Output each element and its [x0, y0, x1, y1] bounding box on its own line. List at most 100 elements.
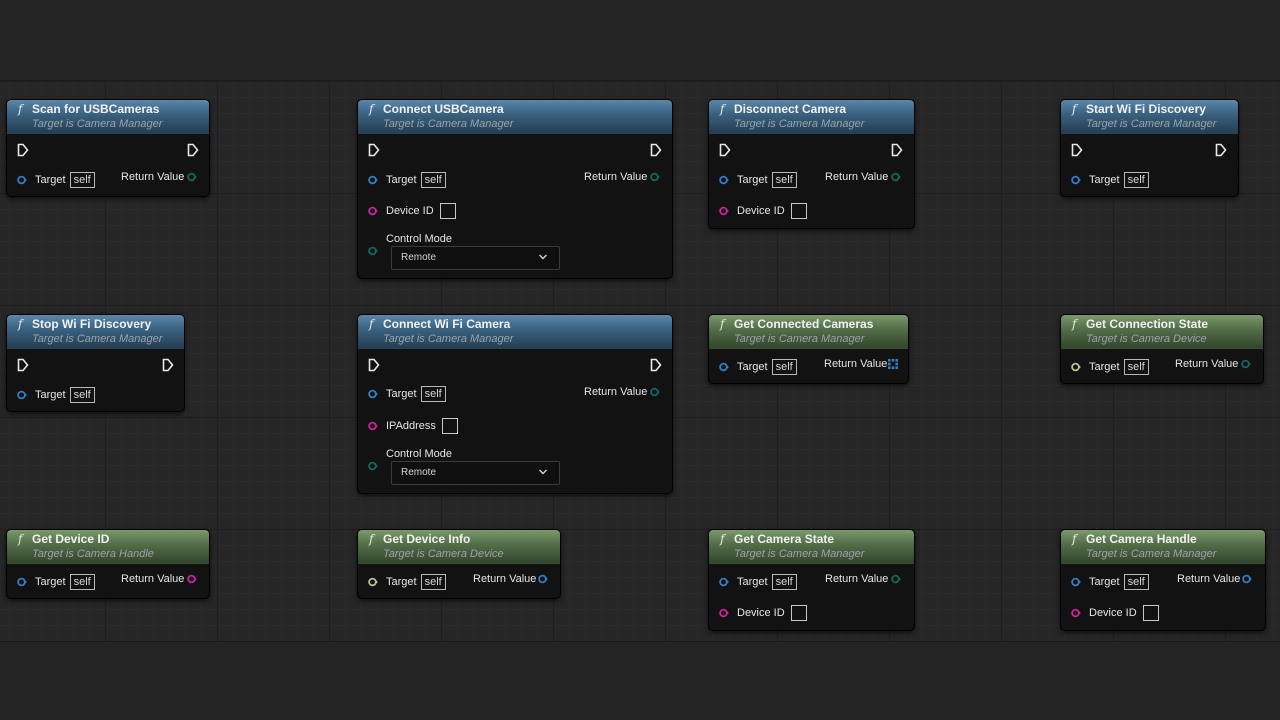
self-box[interactable]: self	[1123, 359, 1149, 375]
node-header[interactable]: f Start Wi Fi Discovery Target is Camera…	[1061, 100, 1238, 134]
array-pin-icon[interactable]	[888, 359, 898, 369]
struct-pin-icon[interactable]	[368, 577, 378, 587]
node-title: Connect Wi Fi Camera	[383, 317, 511, 331]
return-value-label: Return Value	[584, 171, 648, 183]
enum-pin-icon[interactable]	[650, 387, 660, 397]
exec-in-pin-icon[interactable]	[719, 143, 731, 157]
object-pin-icon[interactable]	[17, 175, 27, 185]
exec-out-pin-icon[interactable]	[891, 143, 903, 157]
object-pin-icon[interactable]	[17, 577, 27, 587]
object-pin-icon[interactable]	[538, 574, 548, 584]
self-box[interactable]: self	[420, 386, 446, 402]
node-header[interactable]: f Get Camera Handle Target is Camera Man…	[1061, 530, 1265, 564]
object-pin-icon[interactable]	[1242, 574, 1252, 584]
exec-in-pin-icon[interactable]	[17, 358, 29, 372]
dropdown-value: Remote	[401, 252, 437, 263]
node-disconnect-camera[interactable]: f Disconnect Camera Target is Camera Man…	[708, 99, 915, 229]
self-box[interactable]: self	[771, 359, 797, 375]
node-get-device-info[interactable]: f Get Device Info Target is Camera Devic…	[357, 529, 561, 599]
object-pin-icon[interactable]	[17, 390, 27, 400]
pin-label: Device ID	[1089, 607, 1137, 619]
self-box[interactable]: self	[771, 574, 797, 590]
device-id-pin: Device ID	[386, 203, 456, 219]
object-pin-icon[interactable]	[719, 577, 729, 587]
exec-in-pin-icon[interactable]	[1071, 143, 1083, 157]
device-id-input[interactable]	[790, 605, 807, 621]
node-header[interactable]: f Disconnect Camera Target is Camera Man…	[709, 100, 914, 134]
object-pin-icon[interactable]	[368, 175, 378, 185]
exec-out-pin-icon[interactable]	[1215, 143, 1227, 157]
enum-pin-icon[interactable]	[368, 461, 378, 471]
enum-pin-icon[interactable]	[891, 172, 901, 182]
node-start-wifi-discovery[interactable]: f Start Wi Fi Discovery Target is Camera…	[1060, 99, 1239, 197]
self-box[interactable]: self	[771, 172, 797, 188]
self-box[interactable]: self	[420, 574, 446, 590]
string-pin-icon[interactable]	[187, 574, 197, 584]
object-pin-icon[interactable]	[719, 362, 729, 372]
node-header[interactable]: f Get Connection State Target is Camera …	[1061, 315, 1263, 349]
node-header[interactable]: f Scan for USBCameras Target is Camera M…	[7, 100, 209, 134]
device-id-input[interactable]	[790, 203, 807, 219]
node-get-camera-state[interactable]: f Get Camera State Target is Camera Mana…	[708, 529, 915, 631]
enum-pin-icon[interactable]	[368, 246, 378, 256]
node-stop-wifi-discovery[interactable]: f Stop Wi Fi Discovery Target is Camera …	[6, 314, 185, 412]
device-id-input[interactable]	[439, 203, 456, 219]
self-box[interactable]: self	[69, 387, 95, 403]
exec-in-pin-icon[interactable]	[368, 358, 380, 372]
node-subtitle: Target is Camera Manager	[1086, 118, 1217, 130]
pin-label: Target	[386, 576, 417, 588]
node-header[interactable]: f Get Device ID Target is Camera Handle	[7, 530, 209, 564]
object-pin-icon[interactable]	[368, 389, 378, 399]
node-get-connection-state[interactable]: f Get Connection State Target is Camera …	[1060, 314, 1264, 384]
exec-in-pin-icon[interactable]	[17, 143, 29, 157]
node-subtitle: Target is Camera Manager	[734, 118, 865, 130]
exec-out-pin-icon[interactable]	[650, 143, 662, 157]
node-get-device-id[interactable]: f Get Device ID Target is Camera Handle …	[6, 529, 210, 599]
exec-out-pin-icon[interactable]	[187, 143, 199, 157]
control-mode-dropdown[interactable]: Remote	[391, 461, 560, 485]
function-icon: f	[1072, 532, 1077, 546]
pin-label: Target	[737, 174, 768, 186]
node-header[interactable]: f Get Device Info Target is Camera Devic…	[358, 530, 560, 564]
target-pin: Target self	[1089, 172, 1149, 188]
node-header[interactable]: f Get Camera State Target is Camera Mana…	[709, 530, 914, 564]
string-pin-icon[interactable]	[368, 421, 378, 431]
control-mode-label: Control Mode	[386, 448, 453, 460]
exec-out-pin-icon[interactable]	[650, 358, 662, 372]
self-box[interactable]: self	[69, 574, 95, 590]
control-mode-dropdown[interactable]: Remote	[391, 246, 560, 270]
exec-in-pin-icon[interactable]	[368, 143, 380, 157]
object-pin-icon[interactable]	[1071, 577, 1081, 587]
return-value-label: Return Value	[584, 386, 648, 398]
string-pin-icon[interactable]	[368, 206, 378, 216]
node-get-camera-handle[interactable]: f Get Camera Handle Target is Camera Man…	[1060, 529, 1266, 631]
ip-address-input[interactable]	[441, 418, 458, 434]
object-pin-icon[interactable]	[719, 175, 729, 185]
device-id-input[interactable]	[1142, 605, 1159, 621]
string-pin-icon[interactable]	[1071, 608, 1081, 618]
enum-pin-icon[interactable]	[1241, 359, 1251, 369]
self-box[interactable]: self	[69, 172, 95, 188]
struct-pin-icon[interactable]	[1071, 362, 1081, 372]
node-connect-usb-camera[interactable]: f Connect USBCamera Target is Camera Man…	[357, 99, 673, 279]
object-pin-icon[interactable]	[1071, 175, 1081, 185]
node-header[interactable]: f Get Connected Cameras Target is Camera…	[709, 315, 908, 349]
node-scan-for-usb-cameras[interactable]: f Scan for USBCameras Target is Camera M…	[6, 99, 210, 197]
self-box[interactable]: self	[1123, 172, 1149, 188]
node-get-connected-cameras[interactable]: f Get Connected Cameras Target is Camera…	[708, 314, 909, 384]
enum-pin-icon[interactable]	[187, 172, 197, 182]
enum-pin-icon[interactable]	[650, 172, 660, 182]
self-box[interactable]: self	[1123, 574, 1149, 590]
string-pin-icon[interactable]	[719, 206, 729, 216]
string-pin-icon[interactable]	[719, 608, 729, 618]
node-connect-wifi-camera[interactable]: f Connect Wi Fi Camera Target is Camera …	[357, 314, 673, 494]
exec-out-pin-icon[interactable]	[162, 358, 174, 372]
node-header[interactable]: f Stop Wi Fi Discovery Target is Camera …	[7, 315, 184, 349]
node-subtitle: Target is Camera Device	[383, 548, 504, 560]
node-header[interactable]: f Connect Wi Fi Camera Target is Camera …	[358, 315, 672, 349]
enum-pin-icon[interactable]	[891, 574, 901, 584]
pin-label: Target	[737, 361, 768, 373]
node-subtitle: Target is Camera Handle	[32, 548, 154, 560]
self-box[interactable]: self	[420, 172, 446, 188]
node-header[interactable]: f Connect USBCamera Target is Camera Man…	[358, 100, 672, 134]
